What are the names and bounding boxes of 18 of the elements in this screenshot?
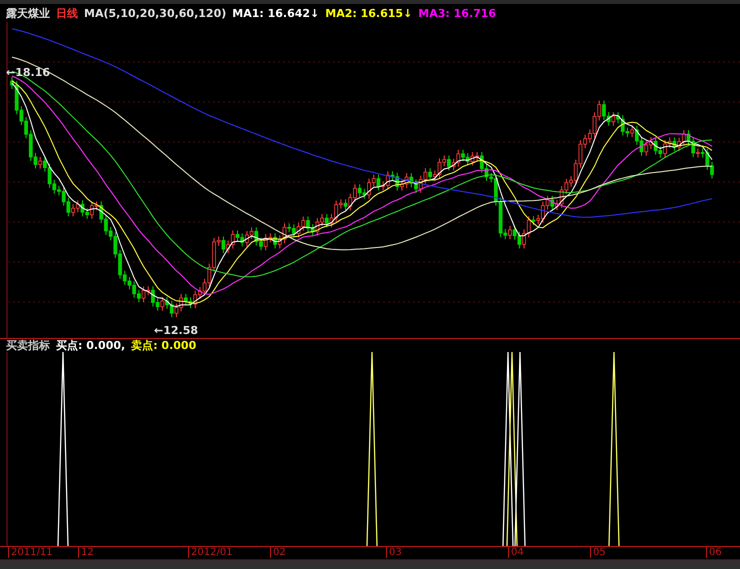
period-label: 日线	[56, 6, 78, 20]
date-label: 03	[386, 547, 402, 558]
date-label: 06	[706, 547, 722, 558]
date-label: 2011/11	[8, 547, 53, 558]
indicator-value: 买点: 0.000,	[56, 338, 126, 353]
date-label: 02	[270, 547, 286, 558]
date-label: 04	[508, 547, 524, 558]
low-price-label: ←12.58	[154, 324, 198, 337]
stock-name: 露天煤业	[6, 6, 50, 20]
ma-value: MA2: 16.615↓	[325, 6, 412, 20]
date-label: 05	[590, 547, 606, 558]
ma-parameters: MA(5,10,20,30,60,120)	[84, 6, 226, 20]
indicator-value: 卖点: 0.000	[131, 338, 196, 353]
ma-value: MA3: 16.716	[418, 6, 496, 20]
ma-value: MA1: 16.642↓	[232, 6, 320, 20]
date-label: 12	[78, 547, 94, 558]
indicator-title: 买卖指标	[6, 338, 50, 353]
date-label: 2012/01	[188, 547, 233, 558]
